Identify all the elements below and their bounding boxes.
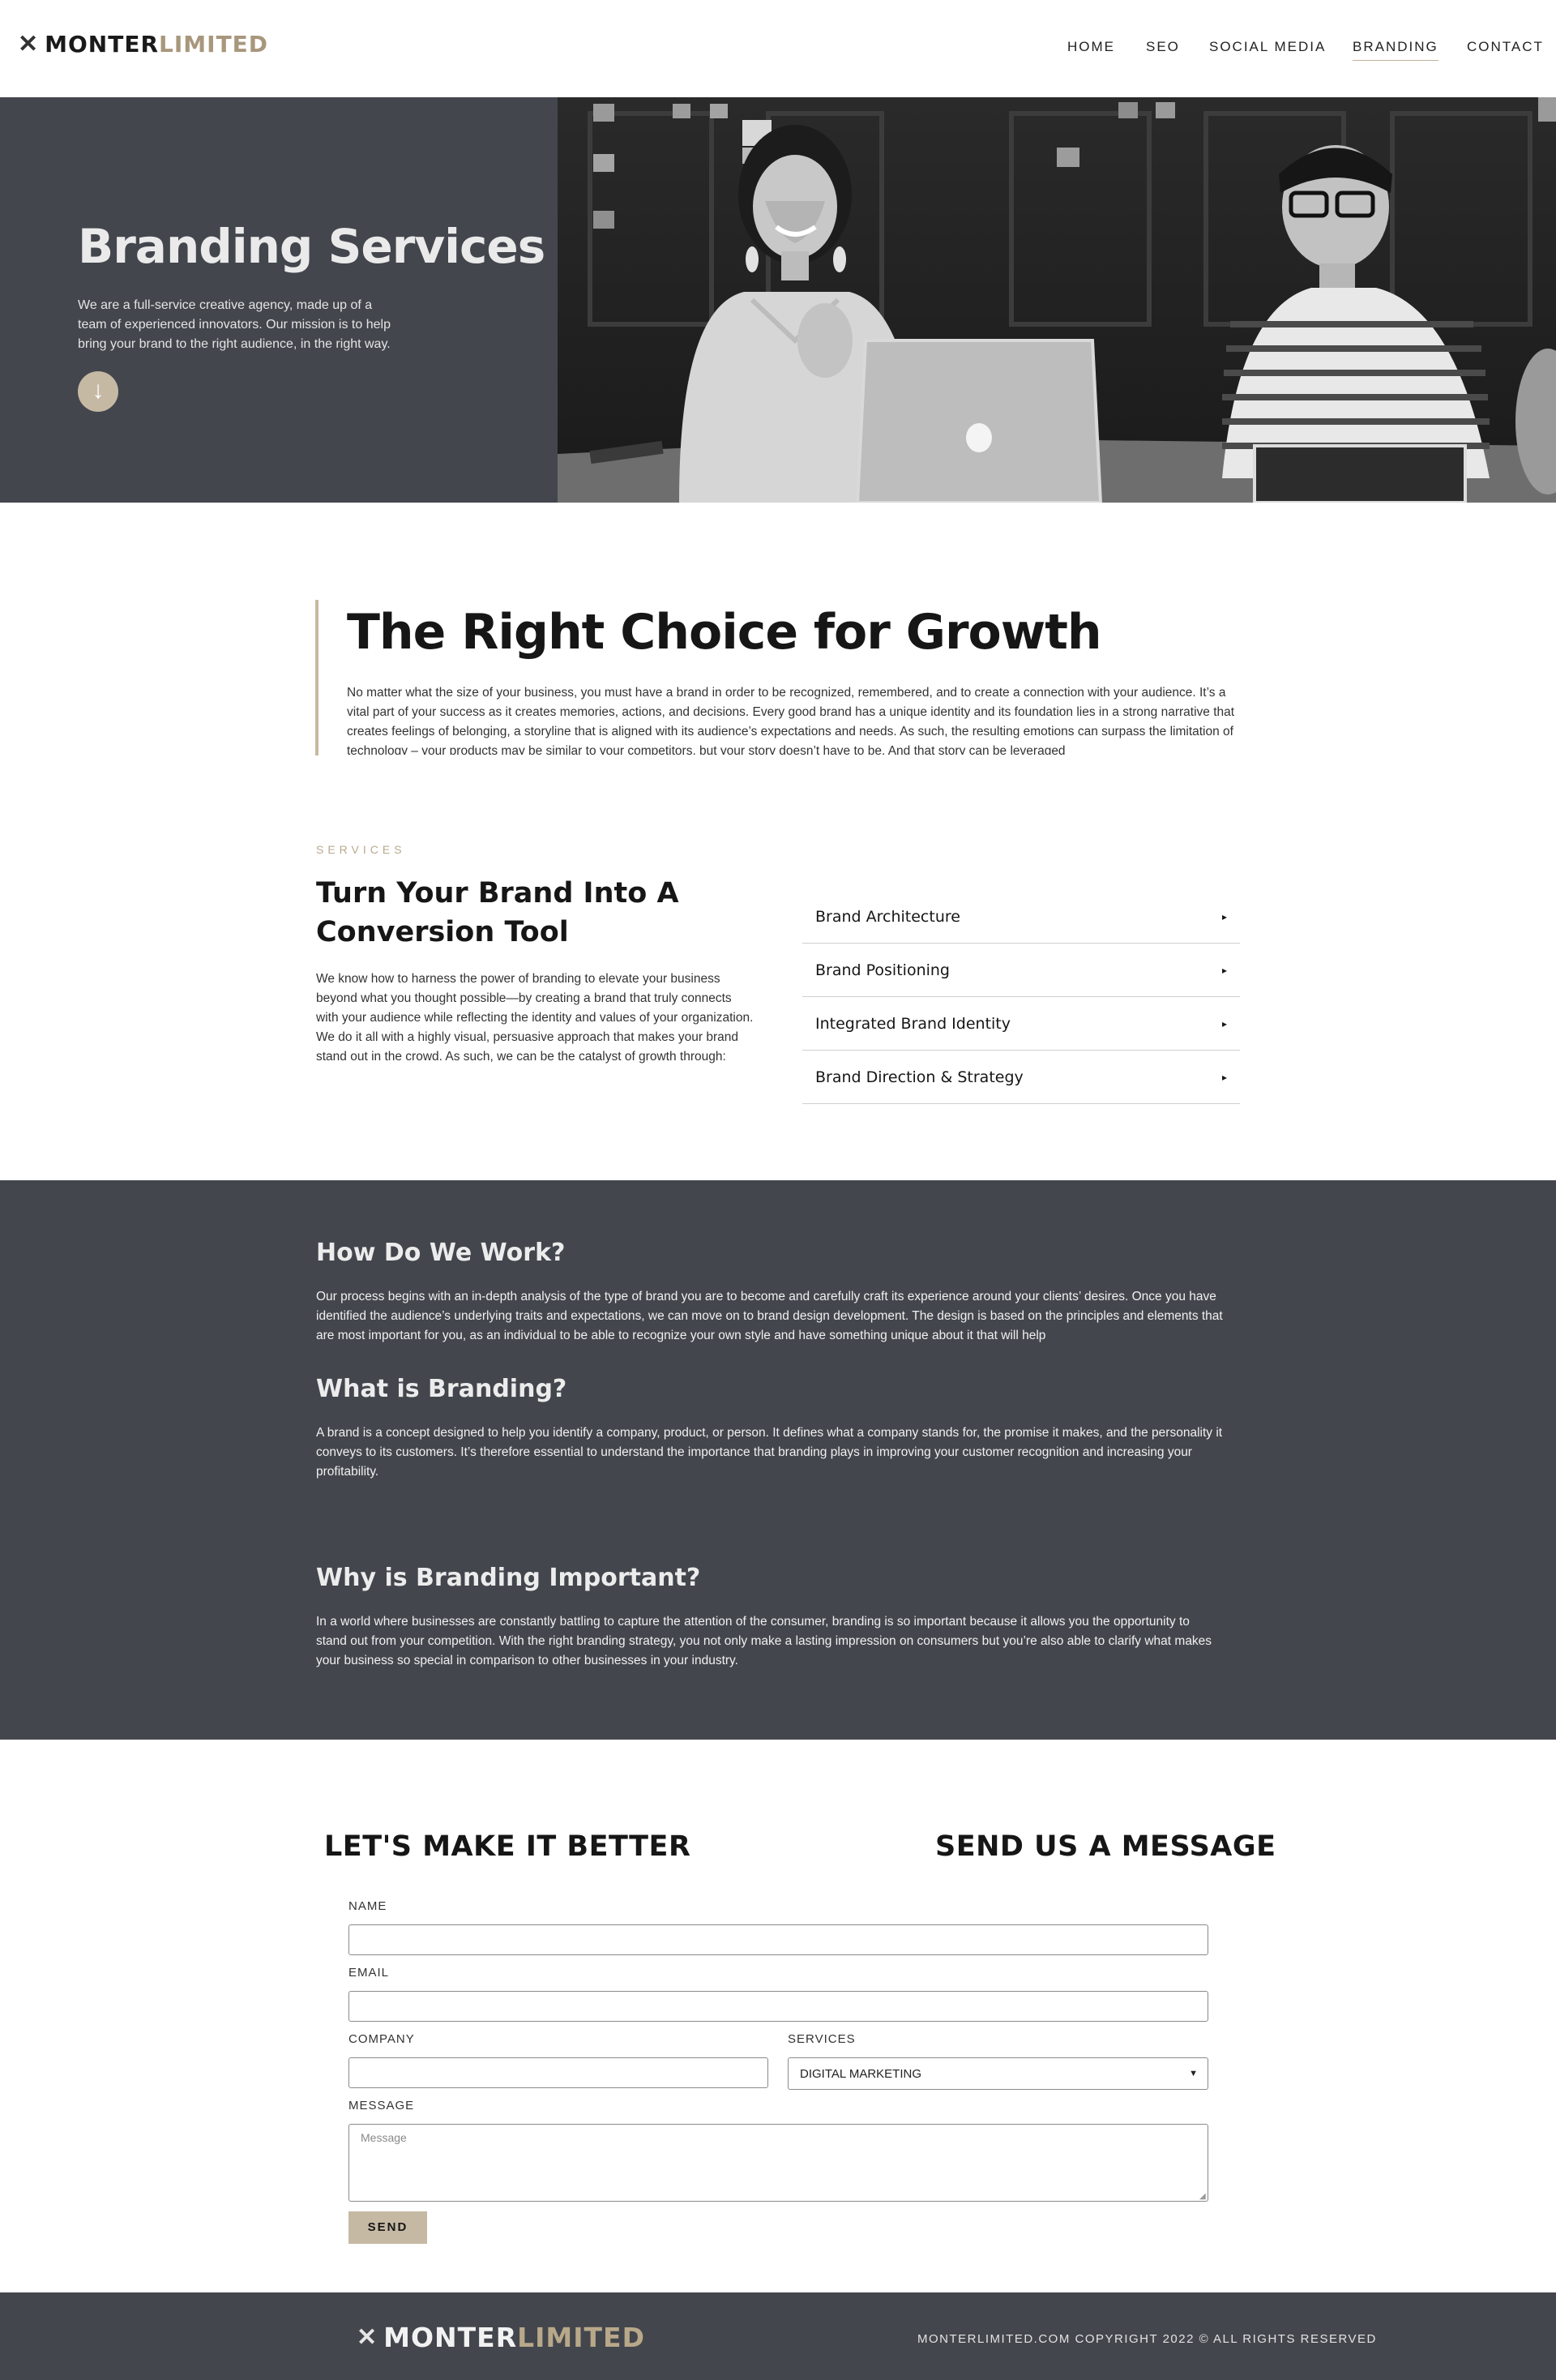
nav-seo[interactable]: SEO — [1146, 39, 1180, 60]
services-select[interactable]: DIGITAL MARKETING ▼ — [788, 2057, 1208, 2090]
logo-text-primary: MONTER — [383, 2322, 518, 2353]
site-header: ✕ MONTER LIMITED HOME SEO SOCIAL MEDIA B… — [0, 0, 1556, 97]
nav-social-media[interactable]: SOCIAL MEDIA — [1209, 39, 1326, 60]
caret-right-icon: ▸ — [1221, 1018, 1227, 1029]
info-text-what: A brand is a concept designed to help yo… — [316, 1426, 1223, 1479]
caret-right-icon: ▸ — [1221, 1072, 1227, 1083]
info-title-how: How Do We Work? — [316, 1239, 566, 1267]
contact-heading-right: SEND US A MESSAGE — [935, 1830, 1276, 1863]
arrow-down-icon[interactable]: ↓ — [78, 371, 118, 412]
logo-text-primary: MONTER — [45, 31, 160, 58]
info-text-how: Our process begins with an in-depth anal… — [316, 1290, 1223, 1342]
service-item-brand-positioning[interactable]: Brand Positioning ▸ — [802, 944, 1240, 997]
message-label: MESSAGE — [348, 2099, 415, 2112]
logo-text-secondary: LIMITED — [517, 2322, 645, 2353]
service-item-label: Integrated Brand Identity — [815, 1015, 1011, 1033]
info-section: How Do We Work? Our process begins with … — [0, 1180, 1556, 1740]
service-item-label: Brand Positioning — [815, 961, 950, 979]
caret-right-icon: ▸ — [1221, 965, 1227, 976]
service-item-label: Brand Architecture — [815, 908, 960, 926]
hero-photo — [558, 97, 1556, 503]
services-select-value: DIGITAL MARKETING — [800, 2066, 922, 2081]
send-button[interactable]: SEND — [348, 2211, 427, 2244]
site-footer: ✕ MONTER LIMITED MONTERLIMITED.COM COPYR… — [0, 2292, 1556, 2380]
nav-contact[interactable]: CONTACT — [1467, 39, 1544, 60]
services-title: Turn Your Brand Into A Conversion Tool — [316, 877, 679, 948]
caret-right-icon: ▸ — [1221, 911, 1227, 922]
service-item-brand-direction-strategy[interactable]: Brand Direction & Strategy ▸ — [802, 1051, 1240, 1104]
info-title-why: Why is Branding Important? — [316, 1564, 701, 1592]
name-field[interactable] — [348, 1924, 1208, 1955]
info-text-why: In a world where businesses are constant… — [316, 1615, 1212, 1667]
message-textarea[interactable]: Message — [348, 2124, 1208, 2202]
resize-handle-icon[interactable]: ◢ — [1199, 2192, 1206, 2201]
services-label: SERVICES — [788, 2032, 856, 2046]
service-item-brand-architecture[interactable]: Brand Architecture ▸ — [802, 891, 1240, 944]
logo-mark-icon: ✕ — [18, 30, 39, 58]
logo[interactable]: ✕ MONTER LIMITED — [18, 31, 268, 58]
logo-text-secondary: LIMITED — [159, 31, 269, 58]
footer-logo[interactable]: ✕ MONTER LIMITED — [357, 2322, 645, 2353]
growth-title: The Right Choice for Growth — [347, 604, 1102, 661]
message-placeholder: Message — [361, 2131, 407, 2144]
hero-description: We are a full-service creative agency, m… — [78, 298, 391, 351]
services-eyebrow: SERVICES — [316, 843, 406, 856]
company-field[interactable] — [348, 2057, 768, 2088]
logo-mark-icon: ✕ — [357, 2323, 378, 2351]
hero-title: Branding Services — [78, 219, 545, 274]
email-field[interactable] — [348, 1991, 1208, 2022]
nav-home[interactable]: HOME — [1067, 39, 1115, 60]
copyright-text: MONTERLIMITED.COM COPYRIGHT 2022 © ALL R… — [917, 2332, 1377, 2346]
hero-section: Branding Services We are a full-service … — [0, 97, 1556, 503]
info-title-what: What is Branding? — [316, 1375, 567, 1403]
caret-down-icon: ▼ — [1189, 2069, 1198, 2078]
service-item-label: Brand Direction & Strategy — [815, 1068, 1024, 1086]
company-label: COMPANY — [348, 2032, 415, 2046]
nav-branding[interactable]: BRANDING — [1353, 39, 1438, 61]
services-text: We know how to harness the power of bran… — [316, 972, 754, 1064]
email-label: EMAIL — [348, 1966, 390, 1980]
hero-photo-illustration — [558, 97, 1556, 503]
growth-accent-bar — [315, 600, 318, 756]
service-item-integrated-brand-identity[interactable]: Integrated Brand Identity ▸ — [802, 998, 1240, 1051]
growth-text: No matter what the size of your business… — [347, 686, 1235, 755]
contact-heading-left: LET'S MAKE IT BETTER — [324, 1830, 691, 1863]
name-label: NAME — [348, 1899, 387, 1913]
